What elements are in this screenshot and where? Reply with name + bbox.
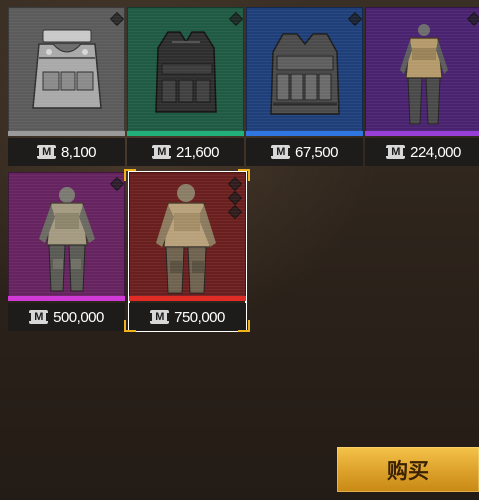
rarity-stripe bbox=[246, 131, 363, 136]
rarity-stripe bbox=[365, 131, 479, 136]
item-grid: M 8,100 M 21,600 M 67,500 M 224,000 M 50… bbox=[0, 0, 479, 500]
rarity-stripe bbox=[8, 131, 125, 136]
item-art bbox=[127, 7, 244, 135]
plate-carrier-icon bbox=[270, 33, 340, 115]
tactical-vest-icon bbox=[155, 31, 217, 113]
item-card-plate-carrier[interactable]: M 67,500 bbox=[246, 7, 363, 166]
item-art bbox=[8, 172, 125, 300]
selection-frame bbox=[124, 169, 250, 332]
price-value: 67,500 bbox=[295, 143, 338, 161]
rarity-stripe bbox=[8, 296, 125, 301]
selection-corner bbox=[238, 320, 250, 332]
light-vest-icon bbox=[32, 29, 102, 109]
item-card-heavy-armor-suit[interactable]: M 500,000 bbox=[8, 172, 125, 331]
m-coin-icon: M bbox=[385, 145, 407, 159]
m-coin-icon: M bbox=[35, 145, 57, 159]
item-card-tactical-vest[interactable]: M 21,600 bbox=[127, 7, 244, 166]
item-art bbox=[246, 7, 363, 135]
selection-corner bbox=[238, 169, 250, 181]
armor-suit-icon bbox=[400, 24, 448, 125]
m-coin-icon: M bbox=[270, 145, 292, 159]
m-coin-icon: M bbox=[151, 145, 173, 159]
rarity-stripe bbox=[127, 131, 244, 136]
price-value: 500,000 bbox=[53, 308, 104, 326]
price-value: 21,600 bbox=[176, 143, 219, 161]
price-label: M 67,500 bbox=[246, 138, 363, 166]
price-label: M 21,600 bbox=[127, 138, 244, 166]
item-card-light-vest[interactable]: M 8,100 bbox=[8, 7, 125, 166]
heavy-armor-suit-icon bbox=[39, 187, 95, 292]
price-label: M 500,000 bbox=[8, 303, 125, 331]
selection-corner bbox=[124, 169, 136, 181]
m-coin-icon: M bbox=[28, 310, 50, 324]
price-value: 224,000 bbox=[410, 143, 461, 161]
price-value: 8,100 bbox=[60, 143, 97, 161]
buy-button[interactable]: 购买 bbox=[337, 447, 479, 492]
price-label: M 224,000 bbox=[365, 138, 479, 166]
item-card-armor-suit[interactable]: M 224,000 bbox=[365, 7, 479, 166]
item-art bbox=[8, 7, 125, 135]
selection-corner bbox=[124, 320, 136, 332]
item-art bbox=[365, 7, 479, 135]
price-label: M 8,100 bbox=[8, 138, 125, 166]
